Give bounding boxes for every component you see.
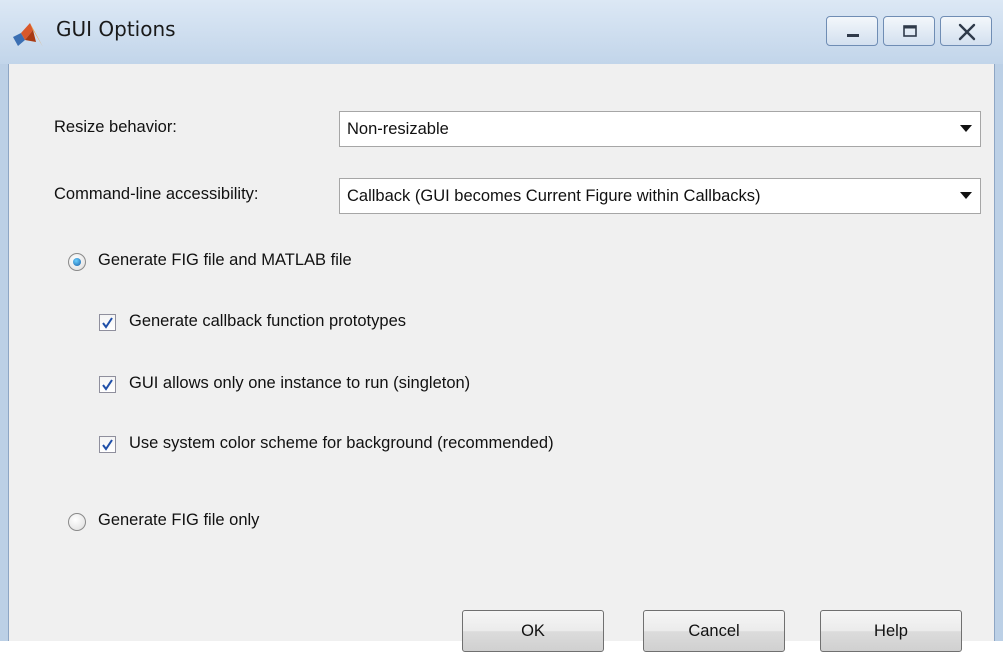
gui-options-window: GUI Options Resize behavior: Non-resizab…	[0, 0, 1003, 652]
checkmark-icon	[102, 317, 113, 329]
close-button[interactable]	[940, 16, 992, 46]
singleton-checkbox[interactable]: GUI allows only one instance to run (sin…	[99, 374, 619, 398]
callback-prototypes-label: Generate callback function prototypes	[129, 312, 406, 330]
resize-behavior-value: Non-resizable	[347, 120, 449, 138]
dialog-body: Resize behavior: Non-resizable Command-l…	[8, 64, 995, 652]
cancel-button[interactable]: Cancel	[643, 610, 785, 652]
ok-button[interactable]: OK	[462, 610, 604, 652]
checkbox[interactable]	[99, 436, 116, 453]
checkmark-icon	[102, 379, 113, 391]
radio-button[interactable]	[68, 253, 86, 271]
chevron-down-icon	[952, 179, 980, 213]
callback-prototypes-checkbox[interactable]: Generate callback function prototypes	[99, 312, 559, 336]
title-bar[interactable]: GUI Options	[0, 0, 1003, 64]
command-line-accessibility-value: Callback (GUI becomes Current Figure wit…	[347, 187, 761, 205]
generate-fig-and-matlab-radio[interactable]: Generate FIG file and MATLAB file	[68, 251, 468, 275]
resize-behavior-label: Resize behavior:	[54, 118, 177, 136]
command-line-accessibility-label: Command-line accessibility:	[54, 185, 259, 203]
singleton-label: GUI allows only one instance to run (sin…	[129, 374, 471, 392]
command-line-accessibility-dropdown[interactable]: Callback (GUI becomes Current Figure wit…	[339, 178, 981, 214]
chevron-down-icon	[952, 112, 980, 146]
maximize-icon	[903, 25, 917, 37]
resize-behavior-dropdown[interactable]: Non-resizable	[339, 111, 981, 147]
window-title: GUI Options	[56, 17, 176, 41]
minimize-icon	[847, 34, 859, 37]
matlab-logo-icon	[13, 23, 43, 47]
radio-button[interactable]	[68, 513, 86, 531]
maximize-button[interactable]	[883, 16, 935, 46]
radio-selected-dot	[73, 258, 81, 266]
help-button[interactable]: Help	[820, 610, 962, 652]
checkbox[interactable]	[99, 314, 116, 331]
checkbox[interactable]	[99, 376, 116, 393]
system-color-scheme-label: Use system color scheme for background (…	[129, 434, 554, 452]
close-icon	[958, 23, 976, 41]
checkmark-icon	[102, 439, 113, 451]
minimize-button[interactable]	[826, 16, 878, 46]
system-color-scheme-checkbox[interactable]: Use system color scheme for background (…	[99, 434, 719, 458]
generate-fig-only-radio[interactable]: Generate FIG file only	[68, 511, 368, 535]
generate-fig-only-label: Generate FIG file only	[98, 511, 260, 529]
generate-fig-and-matlab-label: Generate FIG file and MATLAB file	[98, 251, 352, 269]
